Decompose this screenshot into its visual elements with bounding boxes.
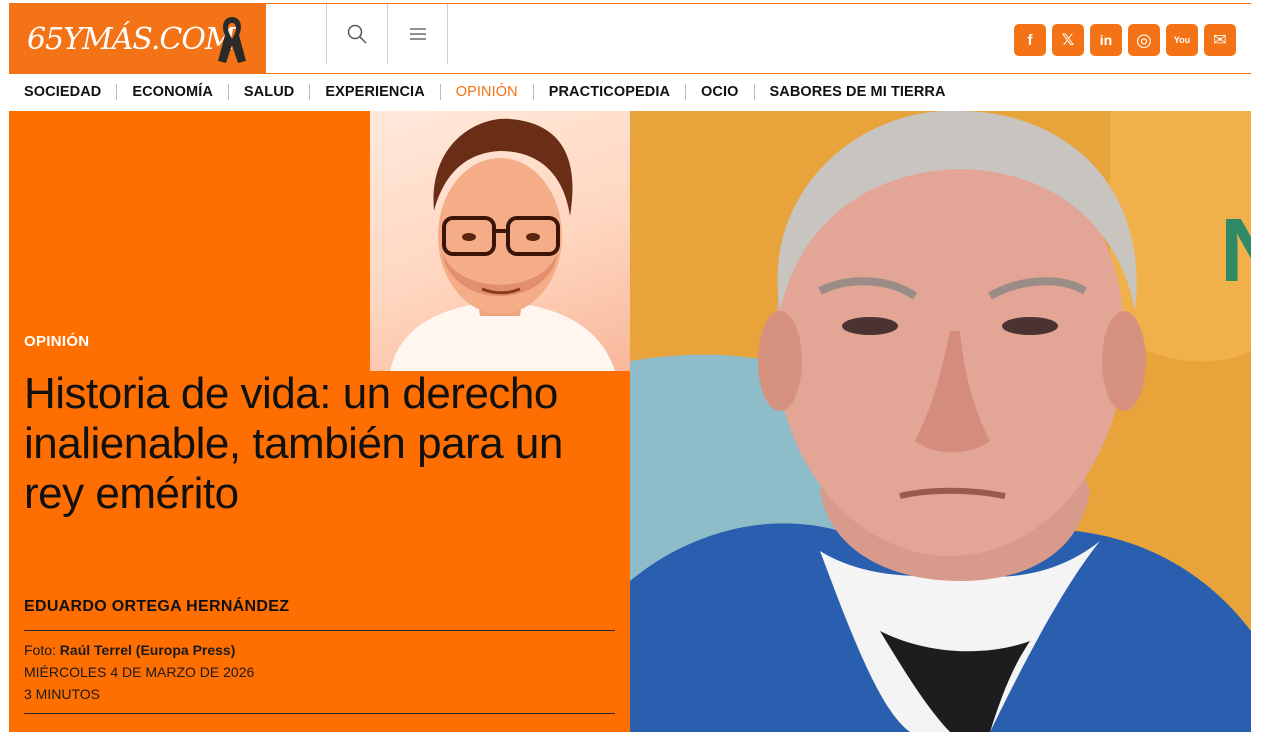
nav-item-sociedad[interactable]: SOCIEDAD [9, 84, 116, 100]
author-name[interactable]: EDUARDO ORTEGA HERNÁNDEZ [24, 598, 289, 616]
mourning-ribbon-icon [218, 17, 246, 63]
site-header: 65YMÁS.COM f 𝕏 in ◎ You ✉ [9, 3, 1251, 74]
divider [24, 713, 615, 714]
lead-photo-illustration: N [630, 111, 1251, 732]
publish-date: MIÉRCOLES 4 DE MARZO DE 2026 [24, 664, 255, 680]
logo-text: 65YMÁS.COM [27, 21, 236, 57]
search-icon [347, 24, 367, 44]
reading-time: 3 MINUTOS [24, 686, 100, 702]
linkedin-icon: in [1099, 32, 1113, 48]
photo-credit: Foto: Raúl Terrel (Europa Press) [24, 641, 235, 659]
section-label[interactable]: OPINIÓN [24, 333, 89, 350]
article-lead-photo: N [630, 111, 1251, 732]
nav-item-practicopedia[interactable]: PRACTICOPEDIA [532, 84, 685, 100]
divider [24, 630, 615, 631]
social-links: f 𝕏 in ◎ You ✉ [1014, 24, 1236, 56]
page: 65YMÁS.COM f 𝕏 in ◎ You ✉ SOCIEDAD ECONO… [9, 0, 1251, 738]
photo-credit-label: Foto: [24, 642, 56, 658]
nav-item-ocio[interactable]: OCIO [685, 84, 753, 100]
hamburger-menu-icon [409, 28, 426, 40]
nav-item-opinion[interactable]: OPINIÓN [439, 84, 533, 100]
nav-item-sabores[interactable]: SABORES DE MI TIERRA [753, 84, 961, 100]
nav-item-experiencia[interactable]: EXPERIENCIA [309, 84, 439, 100]
main-nav: SOCIEDAD ECONOMÍA SALUD EXPERIENCIA OPIN… [9, 78, 961, 106]
email-button[interactable]: ✉ [1204, 24, 1236, 56]
x-button[interactable]: 𝕏 [1052, 24, 1084, 56]
facebook-button[interactable]: f [1014, 24, 1046, 56]
article-header-panel: OPINIÓN Historia de vida: un derecho ina… [9, 111, 630, 732]
site-logo[interactable]: 65YMÁS.COM [9, 4, 266, 74]
nav-item-salud[interactable]: SALUD [227, 84, 309, 100]
svg-text:N: N [1220, 201, 1251, 301]
article-title: Historia de vida: un derecho inalienable… [24, 369, 563, 518]
email-icon: ✉ [1213, 32, 1227, 49]
author-photo [370, 111, 630, 371]
x-icon: 𝕏 [1061, 32, 1075, 49]
nav-item-economia[interactable]: ECONOMÍA [116, 84, 228, 100]
instagram-icon: ◎ [1136, 29, 1152, 50]
linkedin-button[interactable]: in [1090, 24, 1122, 56]
author-portrait-illustration [390, 118, 615, 371]
instagram-button[interactable]: ◎ [1128, 24, 1160, 56]
youtube-icon: You [1173, 35, 1191, 45]
photo-credit-name: Raúl Terrel (Europa Press) [59, 642, 236, 658]
facebook-icon: f [1027, 31, 1033, 49]
menu-button[interactable] [387, 4, 448, 64]
search-button[interactable] [326, 4, 387, 64]
youtube-button[interactable]: You [1166, 24, 1198, 56]
